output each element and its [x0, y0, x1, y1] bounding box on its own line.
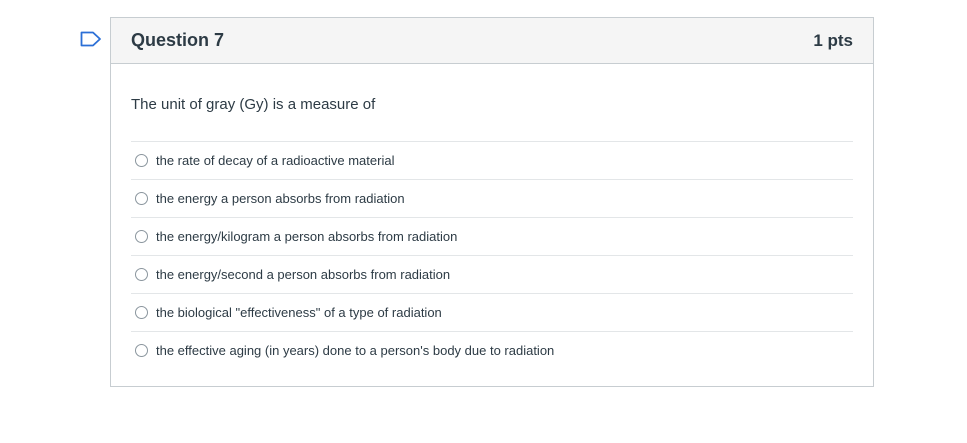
- question-header: Question 7 1 pts: [111, 18, 873, 64]
- answer-radio-button[interactable]: [135, 344, 148, 357]
- answer-label[interactable]: the energy/kilogram a person absorbs fro…: [156, 229, 457, 244]
- flag-question-icon[interactable]: [80, 31, 102, 47]
- answer-radio-button[interactable]: [135, 154, 148, 167]
- answer-option[interactable]: the effective aging (in years) done to a…: [131, 332, 853, 369]
- question-title: Question 7: [131, 30, 225, 50]
- answer-list: the rate of decay of a radioactive mater…: [131, 141, 853, 369]
- question-points: 1 pts: [813, 30, 853, 50]
- answer-label[interactable]: the biological "effectiveness" of a type…: [156, 305, 442, 320]
- answer-radio-button[interactable]: [135, 268, 148, 281]
- answer-label[interactable]: the effective aging (in years) done to a…: [156, 343, 554, 358]
- answer-option[interactable]: the biological "effectiveness" of a type…: [131, 294, 853, 332]
- question-body: The unit of gray (Gy) is a measure of th…: [111, 64, 873, 369]
- answer-option[interactable]: the rate of decay of a radioactive mater…: [131, 142, 853, 180]
- answer-label[interactable]: the rate of decay of a radioactive mater…: [156, 153, 394, 168]
- answer-option[interactable]: the energy/kilogram a person absorbs fro…: [131, 218, 853, 256]
- answer-radio-button[interactable]: [135, 192, 148, 205]
- quiz-page: Question 7 1 pts The unit of gray (Gy) i…: [0, 0, 967, 443]
- answer-option[interactable]: the energy/second a person absorbs from …: [131, 256, 853, 294]
- question-card: Question 7 1 pts The unit of gray (Gy) i…: [110, 17, 874, 387]
- answer-radio-button[interactable]: [135, 306, 148, 319]
- answer-label[interactable]: the energy a person absorbs from radiati…: [156, 191, 405, 206]
- answer-label[interactable]: the energy/second a person absorbs from …: [156, 267, 450, 282]
- answer-radio-button[interactable]: [135, 230, 148, 243]
- answer-option[interactable]: the energy a person absorbs from radiati…: [131, 180, 853, 218]
- question-text: The unit of gray (Gy) is a measure of: [131, 96, 376, 113]
